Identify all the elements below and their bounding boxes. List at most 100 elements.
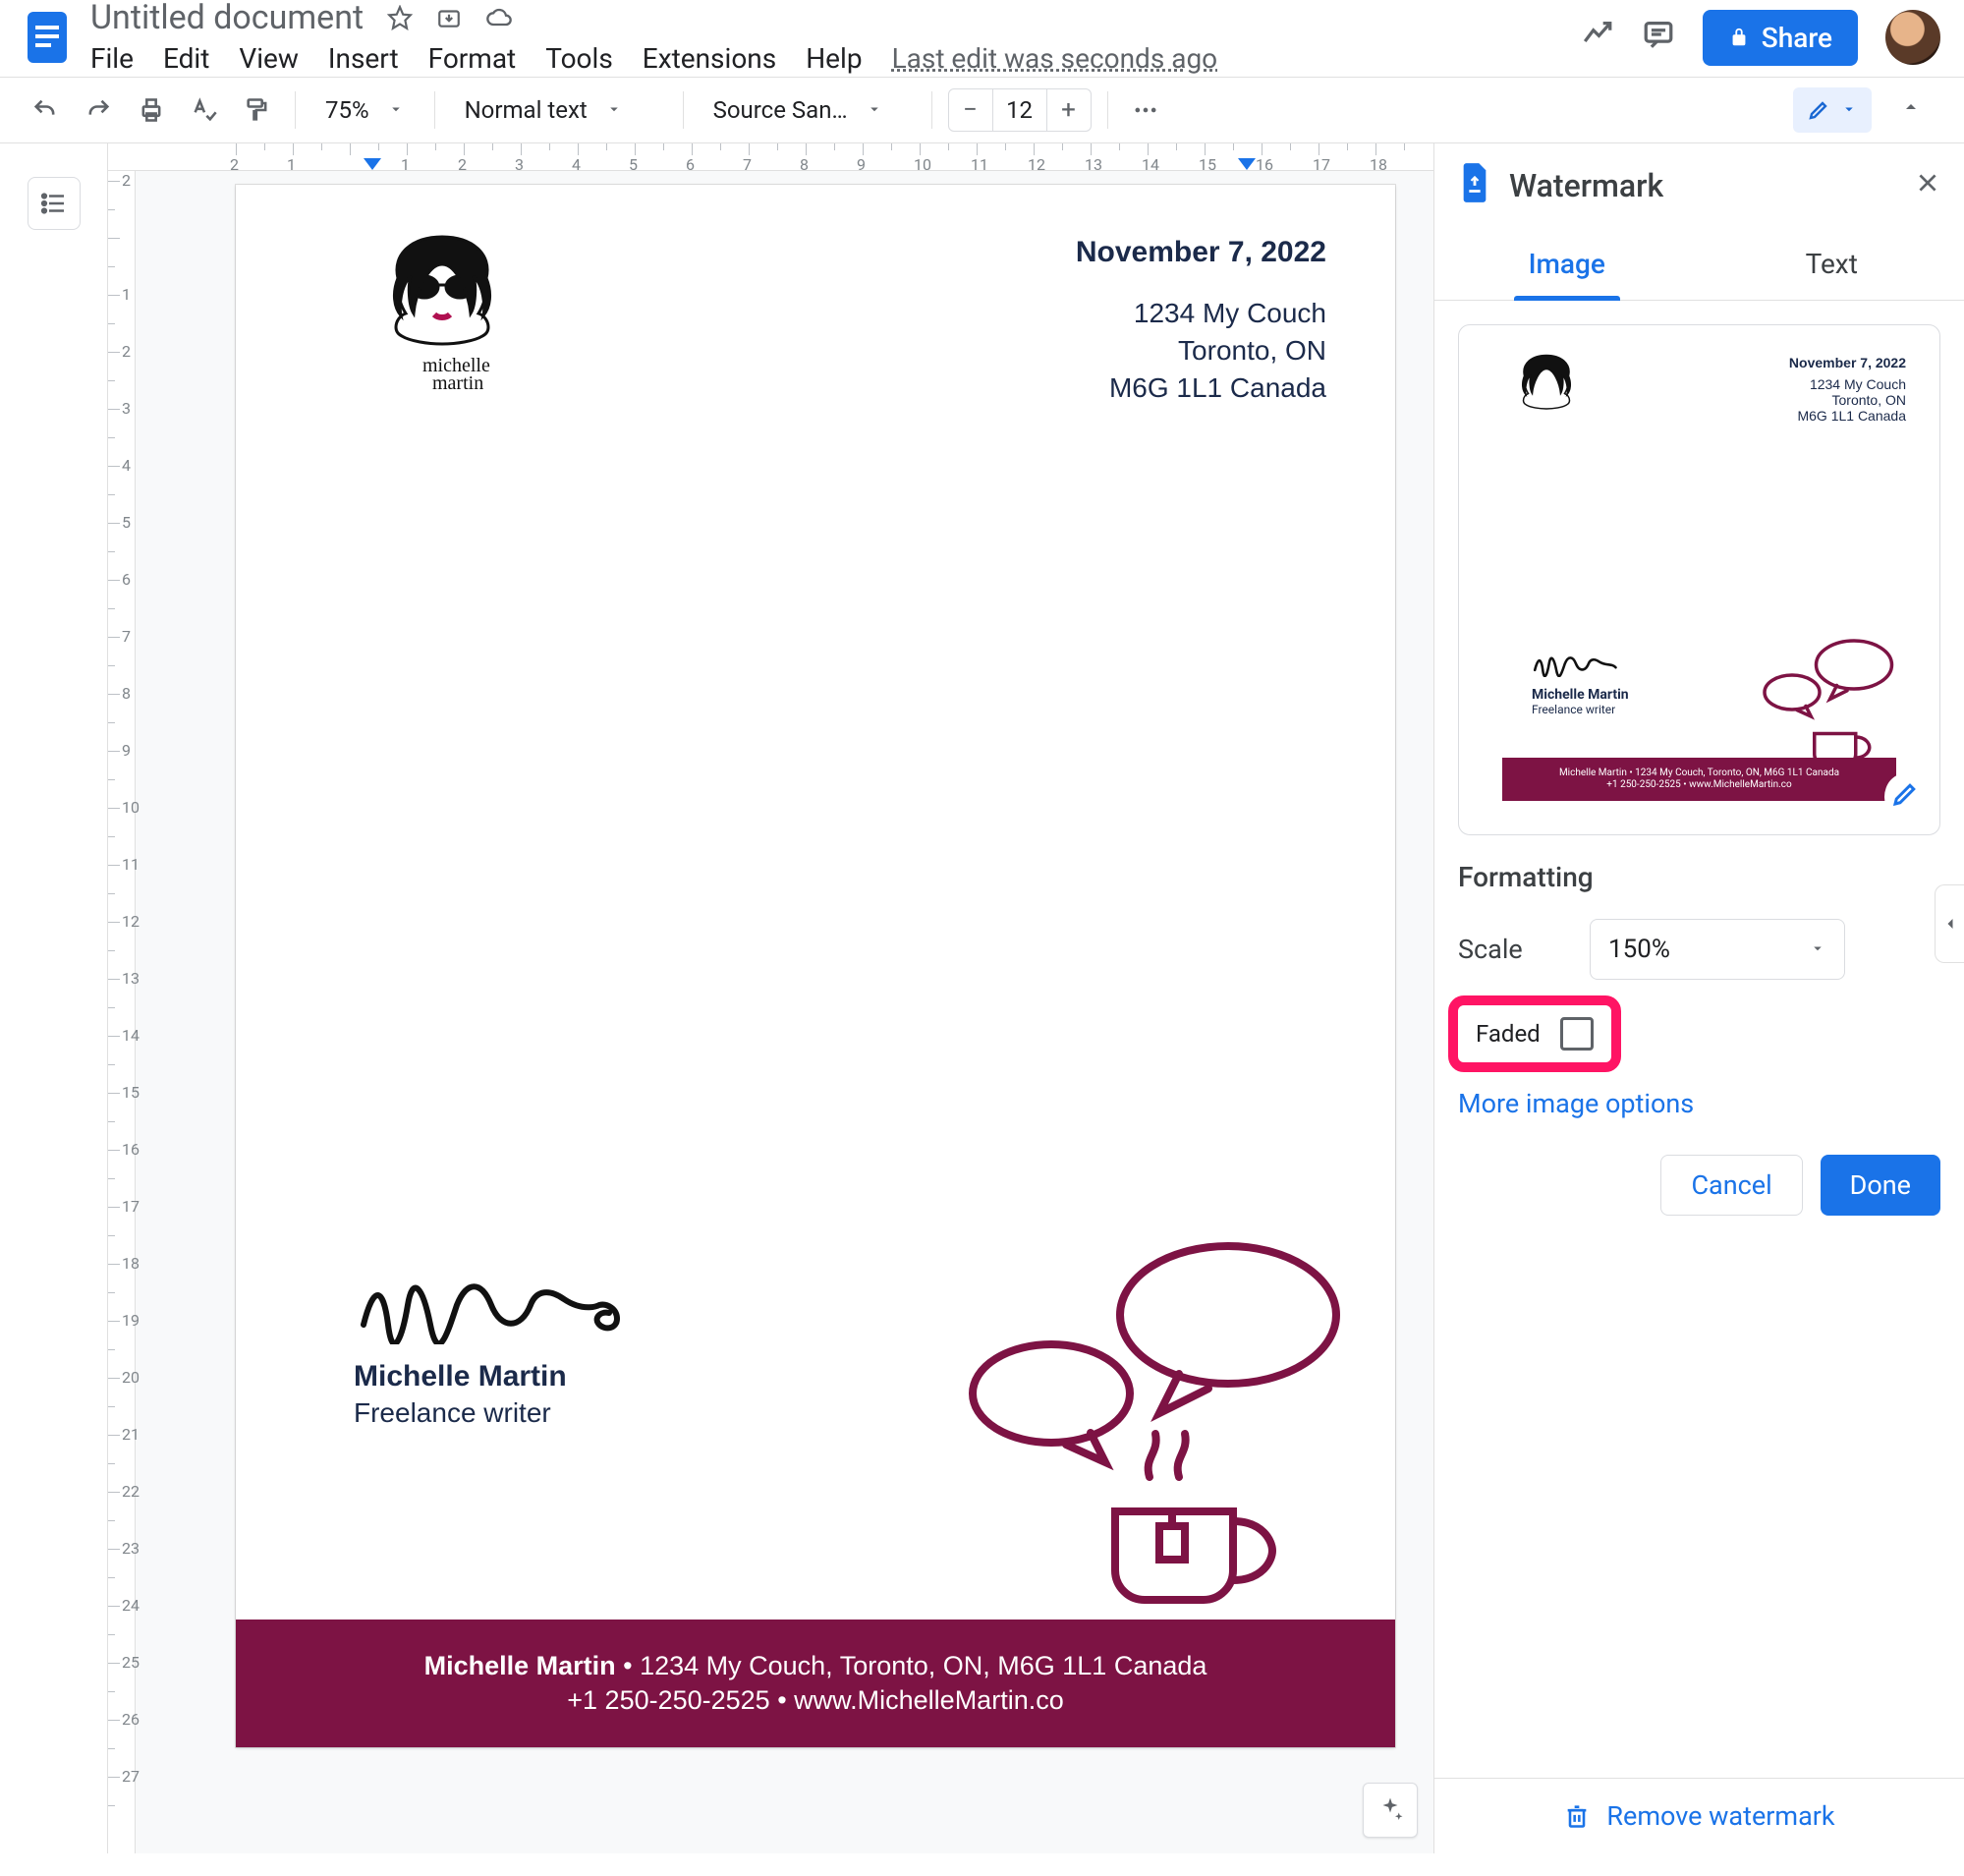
cloud-status-icon[interactable] (485, 4, 513, 31)
paragraph-style-value: Normal text (465, 96, 588, 124)
signature-block: Michelle Martin Freelance writer (354, 1276, 629, 1429)
formatting-section-label: Formatting (1458, 861, 1940, 893)
caret-down-icon (866, 96, 883, 124)
letterhead-address: November 7, 2022 1234 My Couch Toronto, … (1076, 236, 1326, 406)
footer-name: Michelle Martin (424, 1651, 616, 1680)
faded-label: Faded (1476, 1020, 1541, 1048)
menu-tools[interactable]: Tools (545, 42, 613, 75)
decorative-doodle-icon (924, 1226, 1375, 1620)
activity-icon[interactable] (1581, 18, 1614, 57)
close-panel-button[interactable] (1915, 170, 1940, 201)
document-title[interactable]: Untitled document (90, 1, 364, 34)
done-button[interactable]: Done (1821, 1155, 1940, 1216)
redo-button[interactable] (77, 88, 120, 132)
document-outline-button[interactable] (28, 177, 81, 230)
right-indent-marker[interactable] (1238, 157, 1256, 176)
preview-addr: 1234 My Couch (1789, 376, 1906, 392)
print-button[interactable] (130, 88, 173, 132)
scale-value: 150% (1608, 935, 1670, 964)
preview-addr: Toronto, ON (1789, 392, 1906, 408)
app-chrome: Untitled document File Edit View Insert … (0, 0, 1964, 67)
workspace: michelle martin November 7, 2022 1234 My… (0, 143, 1964, 1853)
signer-role: Freelance writer (354, 1397, 629, 1429)
faded-row-highlight: Faded (1458, 1005, 1611, 1062)
letterhead-logo: michelle martin (354, 224, 531, 401)
watermark-panel: Watermark Image Text (1433, 143, 1964, 1853)
more-tools-button[interactable] (1124, 88, 1167, 132)
font-size-stepper: − 12 + (948, 88, 1092, 132)
spellcheck-button[interactable] (183, 88, 226, 132)
menu-view[interactable]: View (239, 42, 299, 75)
remove-watermark-button[interactable]: Remove watermark (1434, 1778, 1964, 1853)
share-button-label: Share (1762, 22, 1832, 54)
editing-mode-dropdown[interactable] (1793, 87, 1872, 133)
zoom-value: 75% (325, 96, 369, 124)
menu-edit[interactable]: Edit (163, 42, 209, 75)
star-icon[interactable] (387, 5, 413, 30)
preview-logo-icon (1502, 349, 1591, 437)
remove-watermark-label: Remove watermark (1606, 1800, 1834, 1832)
scale-label: Scale (1458, 934, 1566, 965)
move-icon[interactable] (436, 5, 462, 30)
zoom-dropdown[interactable]: 75% (311, 88, 419, 132)
toolbar: 75% Normal text Source San… − 12 + (0, 77, 1964, 143)
preview-role: Freelance writer (1532, 703, 1629, 716)
menubar: File Edit View Insert Format Tools Exten… (90, 42, 1217, 75)
menu-file[interactable]: File (90, 42, 134, 75)
menu-extensions[interactable]: Extensions (643, 42, 776, 75)
panel-title: Watermark (1509, 167, 1663, 204)
document-date: November 7, 2022 (1076, 236, 1326, 269)
footer-address: • 1234 My Couch, Toronto, ON, M6G 1L1 Ca… (616, 1651, 1207, 1680)
panel-tabs: Image Text (1434, 228, 1964, 301)
faded-checkbox[interactable] (1560, 1017, 1594, 1051)
font-size-value[interactable]: 12 (992, 89, 1047, 131)
caret-down-icon (387, 96, 405, 124)
caret-down-icon (1809, 935, 1826, 964)
undo-button[interactable] (24, 88, 67, 132)
first-line-indent-marker[interactable] (364, 157, 381, 176)
font-size-decrease[interactable]: − (949, 95, 992, 125)
scale-row: Scale 150% (1458, 919, 1940, 980)
font-family-dropdown[interactable]: Source San… (700, 88, 916, 132)
menu-help[interactable]: Help (806, 42, 862, 75)
address-line: Toronto, ON (1076, 332, 1326, 370)
menu-format[interactable]: Format (428, 42, 517, 75)
paragraph-style-dropdown[interactable]: Normal text (451, 88, 667, 132)
account-avatar[interactable] (1885, 10, 1940, 65)
signature-icon (354, 1276, 629, 1344)
cancel-button[interactable]: Cancel (1660, 1155, 1802, 1216)
document-page[interactable]: michelle martin November 7, 2022 1234 My… (236, 185, 1395, 1747)
side-panel-collapse-button[interactable] (1935, 884, 1964, 963)
menu-insert[interactable]: Insert (328, 42, 399, 75)
svg-text:martin: martin (432, 372, 483, 394)
last-edit-link[interactable]: Last edit was seconds ago (892, 42, 1218, 75)
preview-footer: Michelle Martin • 1234 My Couch, Toronto… (1502, 758, 1896, 801)
signer-name: Michelle Martin (354, 1360, 629, 1393)
tab-image[interactable]: Image (1434, 228, 1700, 300)
edit-watermark-image-button[interactable] (1884, 773, 1926, 821)
title-row: Untitled document File Edit View Insert … (24, 8, 1940, 67)
caret-down-icon (1840, 96, 1858, 124)
more-image-options-link[interactable]: More image options (1458, 1088, 1940, 1119)
comments-icon[interactable] (1642, 18, 1675, 57)
paint-format-button[interactable] (236, 88, 279, 132)
docs-logo-icon[interactable] (24, 6, 71, 69)
explore-button[interactable] (1363, 1783, 1418, 1838)
share-button[interactable]: Share (1703, 10, 1858, 66)
horizontal-ruler[interactable] (108, 143, 1433, 171)
footer-contact: +1 250-250-2525 • www.MichelleMartin.co (236, 1685, 1395, 1716)
preview-signature-icon (1532, 654, 1620, 677)
document-canvas[interactable]: michelle martin November 7, 2022 1234 My… (108, 143, 1433, 1853)
letterhead-footer: Michelle Martin • 1234 My Couch, Toronto… (236, 1620, 1395, 1747)
left-rail (0, 143, 108, 1853)
vertical-ruler[interactable] (108, 171, 136, 1853)
watermark-icon (1458, 163, 1491, 208)
tab-text[interactable]: Text (1700, 228, 1964, 300)
font-size-increase[interactable]: + (1047, 95, 1091, 125)
preview-doodle-icon (1738, 634, 1915, 771)
address-line: M6G 1L1 Canada (1076, 370, 1326, 407)
caret-down-icon (605, 96, 623, 124)
collapse-toolbar-button[interactable] (1881, 95, 1940, 125)
scale-dropdown[interactable]: 150% (1590, 919, 1845, 980)
watermark-preview: November 7, 2022 1234 My Couch Toronto, … (1458, 324, 1940, 835)
